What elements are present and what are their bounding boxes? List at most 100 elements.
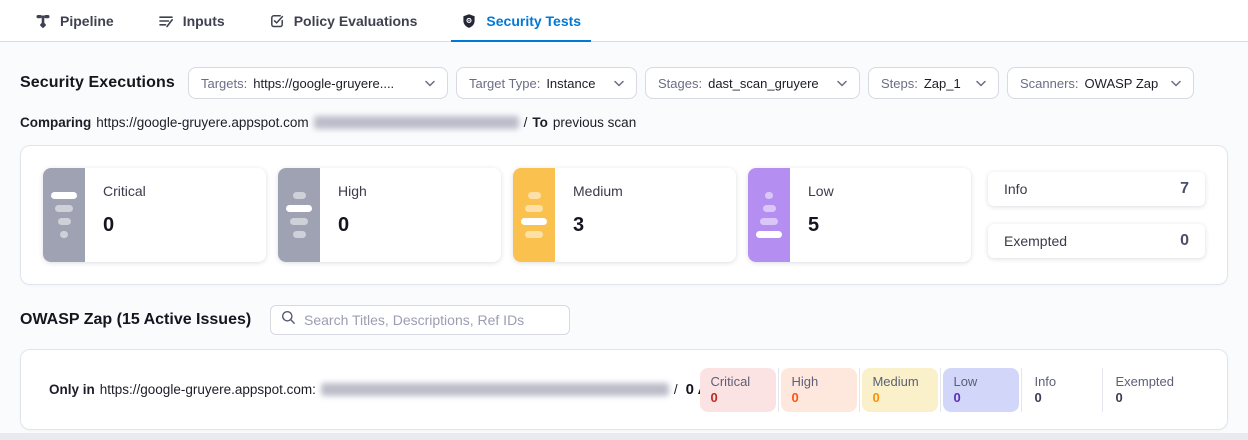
badge-count: 0 [791,390,847,405]
chevron-down-icon [1171,80,1181,87]
low-badge: Low 0 [943,368,1019,412]
comparing-url: https://google-gruyere.appspot.com [96,115,308,130]
exempted-badge: Exempted 0 [1105,368,1181,412]
tab-pipeline[interactable]: Pipeline [35,0,114,41]
clipboard-check-icon [269,13,285,29]
badge-count: 0 [872,390,928,405]
tab-label: Inputs [183,13,225,29]
dropdown-value: Instance [546,76,595,91]
high-severity-icon [278,168,320,262]
dropdown-label: Target Type: [469,76,540,91]
severity-label: Critical [103,183,146,199]
chevron-down-icon [837,80,847,87]
badge-count: 0 [953,390,1009,405]
dropdown-label: Scanners: [1020,76,1079,91]
tab-security-tests[interactable]: Security Tests [461,0,581,41]
comparing-to-value: previous scan [553,115,636,130]
badge-count: 0 [710,390,766,405]
scanners-dropdown[interactable]: Scanners: OWASP Zap [1007,67,1194,99]
badge-count: 0 [1115,390,1171,405]
info-badge: Info 0 [1024,368,1100,412]
tab-label: Pipeline [60,13,114,29]
page-title: Security Executions [20,74,175,92]
only-in-label: Only in [49,382,95,397]
dropdown-value: dast_scan_gruyere [708,76,819,91]
badge-count: 0 [1034,390,1090,405]
severity-label: High [338,183,367,199]
row-text: Only in https://google-gruyere.appspot.c… [49,381,708,398]
badge-label: Low [953,374,1009,389]
divider [1021,368,1022,412]
badge-label: Info [1034,374,1090,389]
comparing-to-label: To [532,115,548,130]
badge-label: Critical [710,374,766,389]
redacted-text [321,383,669,396]
filters-row: Security Executions Targets: https://goo… [20,67,1228,99]
comparing-separator: / [524,115,528,130]
critical-badge: Critical 0 [700,368,776,412]
chevron-down-icon [614,80,624,87]
badge-label: Exempted [1115,374,1171,389]
critical-severity-icon [43,168,85,262]
severity-label: Low [808,183,834,199]
divider [778,368,779,412]
pipeline-icon [35,13,51,29]
dropdown-label: Steps: [881,76,918,91]
exempted-card: Exempted 0 [988,224,1205,258]
severity-label: Medium [573,183,623,199]
side-cards: Info 7 Exempted 0 [988,172,1205,258]
severity-count: 5 [808,214,834,237]
search-box [270,305,570,335]
low-severity-icon [748,168,790,262]
severity-summary-panel: Critical 0 High 0 Medium 3 [20,145,1228,285]
side-card-label: Exempted [1004,233,1067,249]
filter-dropdowns: Targets: https://google-gruyere.... Targ… [188,67,1194,99]
target-type-dropdown[interactable]: Target Type: Instance [456,67,637,99]
inputs-icon [158,13,174,29]
tab-policy-evaluations[interactable]: Policy Evaluations [269,0,418,41]
row-url: https://google-gruyere.appspot.com: [100,382,316,397]
chevron-down-icon [976,80,986,87]
steps-dropdown[interactable]: Steps: Zap_1 [868,67,999,99]
severity-count: 0 [103,214,146,237]
chevron-down-icon [425,80,435,87]
issues-header-row: OWASP Zap (15 Active Issues) [20,305,1228,335]
high-card: High 0 [278,168,501,262]
side-card-label: Info [1004,181,1027,197]
dropdown-label: Targets: [201,76,247,91]
critical-card: Critical 0 [43,168,266,262]
medium-badge: Medium 0 [862,368,938,412]
high-badge: High 0 [781,368,857,412]
redacted-text [314,116,519,129]
issue-comparison-row[interactable]: Only in https://google-gruyere.appspot.c… [20,349,1228,430]
search-input[interactable] [304,312,559,328]
tab-label: Security Tests [486,13,581,29]
dropdown-value: https://google-gruyere.... [253,76,394,91]
side-card-count: 7 [1180,180,1189,198]
medium-severity-icon [513,168,555,262]
severity-count: 3 [573,214,623,237]
dropdown-value: OWASP Zap [1085,76,1159,91]
shield-gear-icon [461,13,477,29]
tab-label: Policy Evaluations [294,13,418,29]
medium-card: Medium 3 [513,168,736,262]
divider [859,368,860,412]
severity-count: 0 [338,214,367,237]
tab-inputs[interactable]: Inputs [158,0,225,41]
dropdown-value: Zap_1 [924,76,961,91]
targets-dropdown[interactable]: Targets: https://google-gruyere.... [188,67,448,99]
search-icon [281,310,296,330]
tab-bar: Pipeline Inputs Policy Evaluations [0,0,1248,42]
severity-badges: Critical 0 High 0 Medium 0 Low 0 Info 0 [700,368,1181,412]
side-card-count: 0 [1180,232,1189,250]
divider [940,368,941,412]
comparing-line: Comparing https://google-gruyere.appspot… [20,115,1228,130]
badge-label: Medium [872,374,928,389]
row-separator: / [674,382,678,397]
divider [1102,368,1103,412]
low-card: Low 5 [748,168,971,262]
stages-dropdown[interactable]: Stages: dast_scan_gruyere [645,67,860,99]
dropdown-label: Stages: [658,76,702,91]
bottom-cutoff-strip [0,433,1248,440]
badge-label: High [791,374,847,389]
